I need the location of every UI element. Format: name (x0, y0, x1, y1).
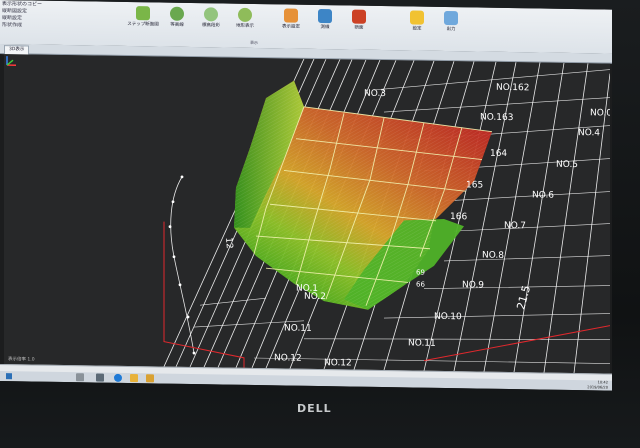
folder-icon[interactable] (130, 374, 138, 383)
axis-gizmo-icon (6, 56, 16, 66)
station-label: NO.162 (496, 83, 529, 94)
section-icon (352, 9, 366, 24)
station-label: 166 (450, 212, 467, 222)
monitor-logo: DELL (297, 402, 332, 415)
ribbon-button[interactable]: 測線 (308, 8, 342, 46)
ribbon-button[interactable]: 地形表示 (228, 7, 262, 45)
station-label: NO.5 (556, 160, 578, 170)
export-icon (444, 10, 458, 26)
app-icon[interactable] (146, 374, 154, 383)
ribbon-button[interactable]: 標高段彩 (194, 7, 228, 44)
scale-label: 表示倍率 1.0 (8, 357, 35, 363)
ribbon-left-group: 表示形状のコピー 縦断図設定 縦断設定 形状作成 (0, 0, 60, 45)
terrain-scene: NO.162 NO.163 164 165 166 NO.5 NO.6 NO.7… (163, 58, 610, 374)
landform-icon (238, 7, 252, 22)
contour-icon (170, 6, 184, 21)
ribbon-button[interactable]: 出力 (434, 10, 468, 48)
station-label: 66 (416, 281, 425, 289)
ribbon-section-label: 表示 (250, 39, 258, 46)
ribbon-button[interactable]: 断面 (342, 9, 376, 46)
terrain-icon (136, 6, 150, 21)
station-label: NO.7 (504, 221, 526, 231)
station-label: NO.163 (480, 113, 513, 124)
task-view-icon[interactable] (96, 373, 104, 382)
ribbon-button[interactable]: 表示設定 (274, 8, 308, 45)
station-label: NO.12 (324, 358, 352, 368)
ribbon-button[interactable]: ステップ断面図 (126, 6, 160, 43)
station-label: 165 (466, 180, 483, 190)
station-label: NO.12 (274, 353, 302, 363)
3d-viewport[interactable]: NO.162 NO.163 164 165 166 NO.5 NO.6 NO.7… (4, 54, 610, 374)
station-label: 12 (223, 237, 234, 249)
station-label: NO.8 (482, 251, 504, 261)
elevation-icon (204, 7, 218, 22)
station-label: NO.0 (590, 108, 610, 118)
ribbon-left-item[interactable]: 形状作成 (2, 22, 58, 30)
screen: 表示形状のコピー 縦断図設定 縦断設定 形状作成 ステップ断面図 等高線 標高段… (0, 0, 612, 391)
terrain-surface (234, 80, 493, 310)
station-label: NO.4 (578, 128, 600, 138)
ribbon-button[interactable]: 設定 (400, 10, 434, 47)
station-label: NO.3 (364, 89, 386, 99)
station-label: NO.1 (296, 284, 318, 294)
browser-icon[interactable] (114, 373, 122, 382)
search-icon[interactable] (76, 373, 84, 382)
station-label: NO.11 (284, 323, 312, 333)
station-label: 69 (416, 269, 425, 277)
taskbar-clock[interactable]: 10:42 2019/06/20 (587, 380, 608, 390)
station-label: NO.6 (532, 190, 554, 200)
station-label: NO.10 (434, 312, 462, 322)
settings-icon (410, 10, 424, 25)
station-label: 164 (490, 149, 507, 159)
station-label: NO.11 (408, 338, 436, 348)
start-icon[interactable] (6, 373, 12, 380)
ribbon-button[interactable]: 等高線 (160, 6, 194, 44)
station-label: NO.9 (462, 280, 484, 290)
survey-line-icon (318, 8, 332, 24)
display-icon (284, 8, 298, 23)
tab-3d-view[interactable]: 3D表示 (4, 45, 30, 55)
station-label: 21.5 (514, 284, 533, 311)
